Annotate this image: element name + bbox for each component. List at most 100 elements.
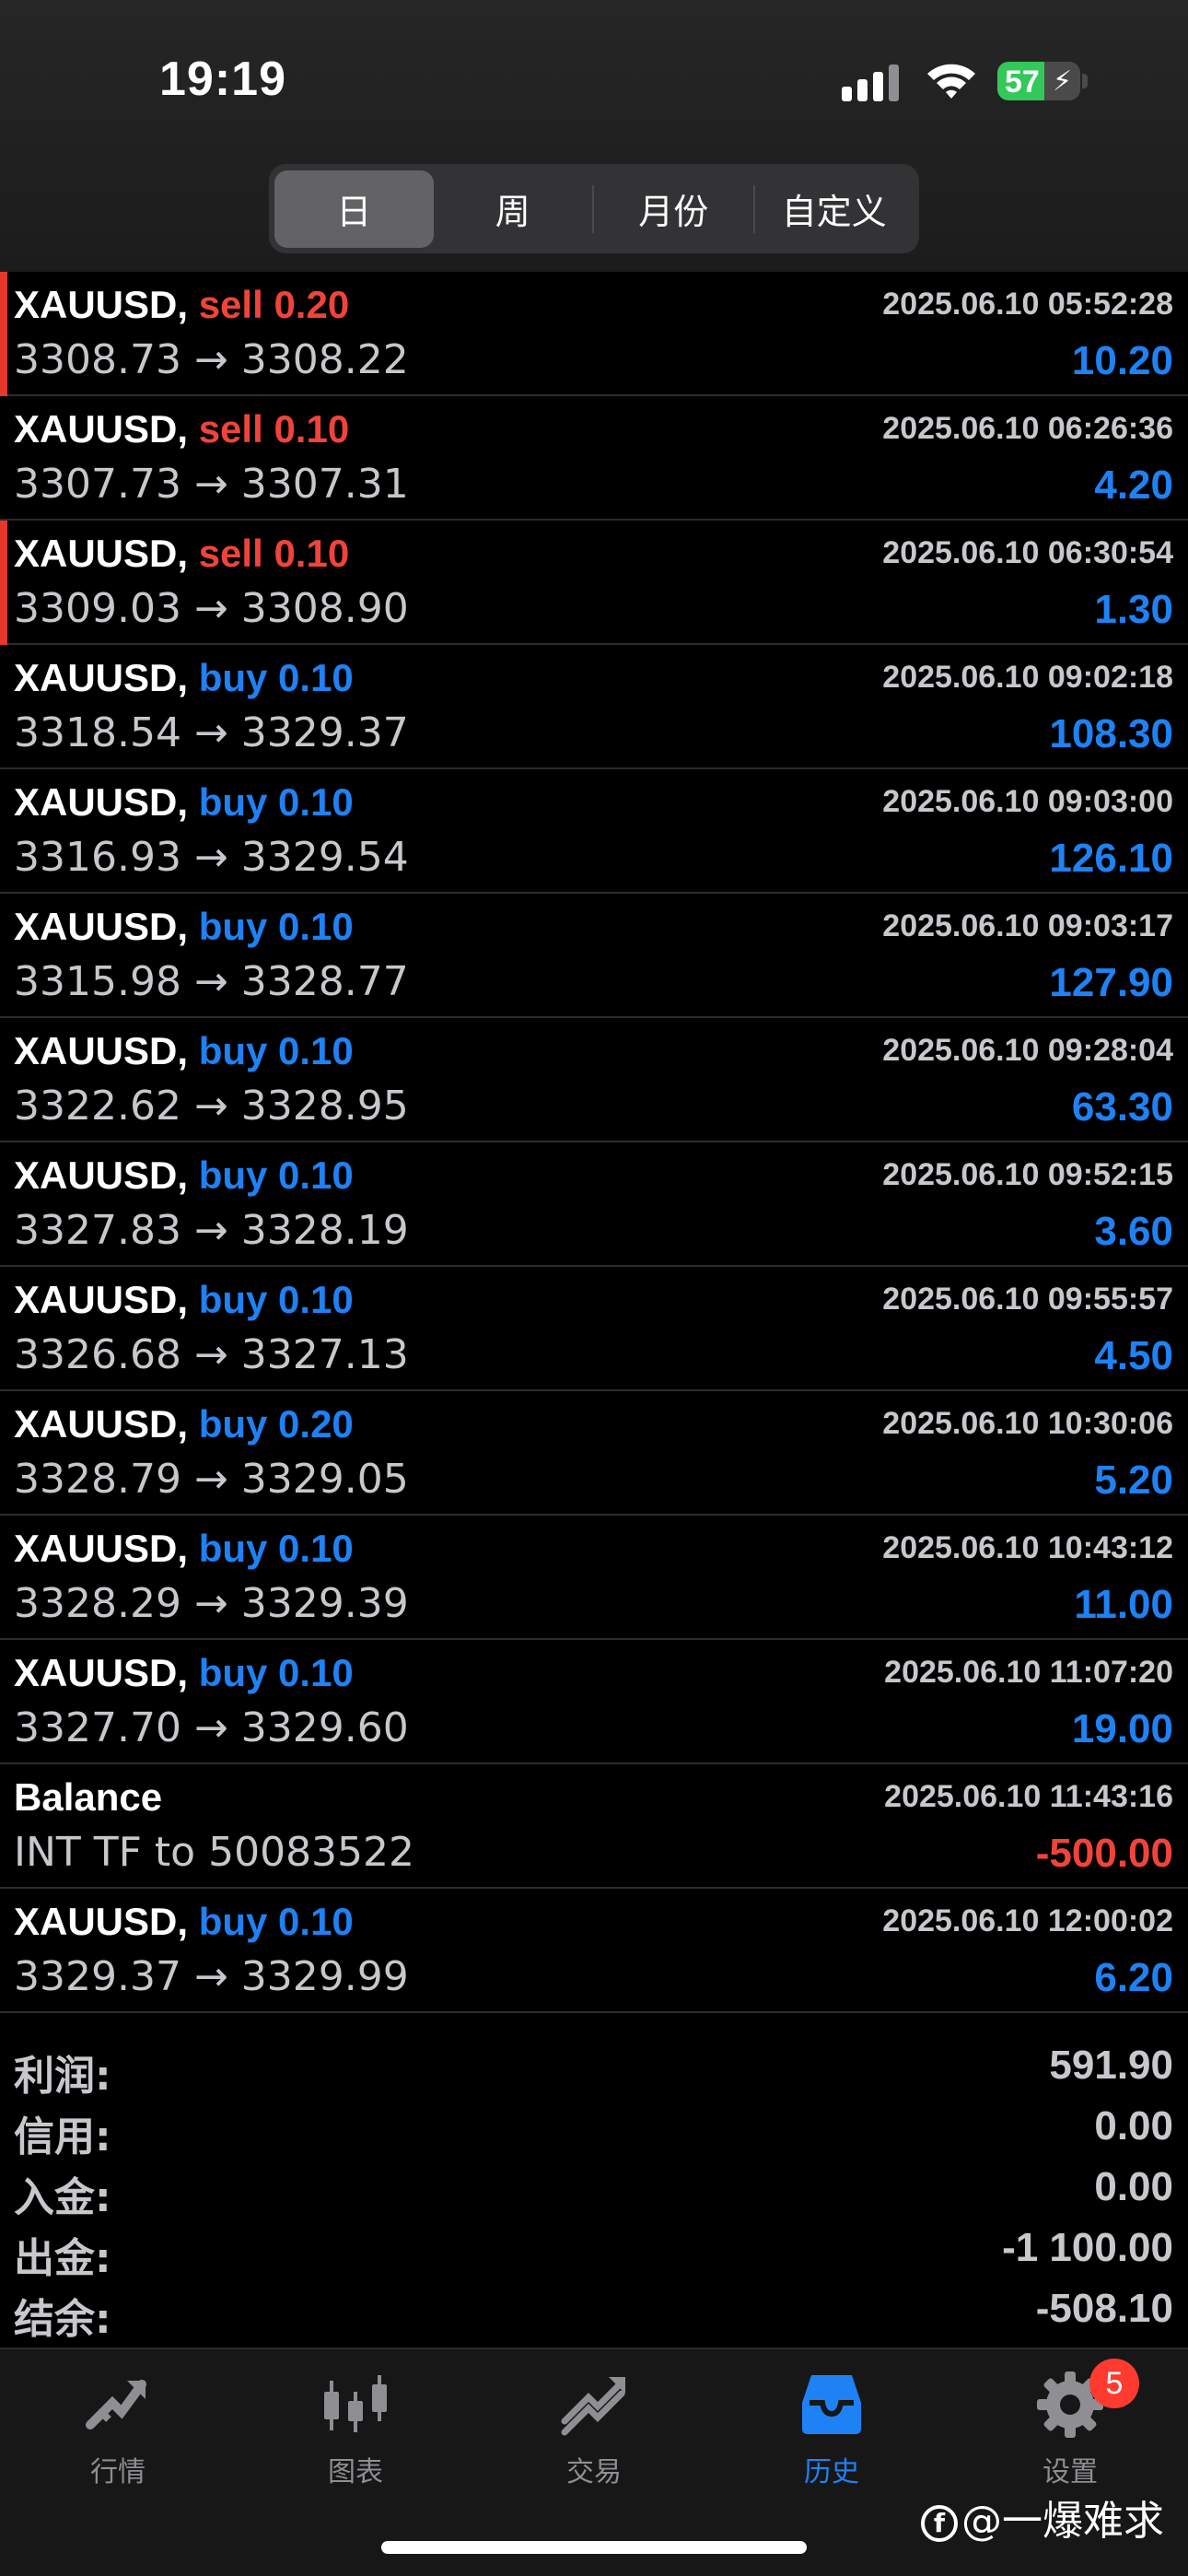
deal-row[interactable]: XAUUSD, buy 0.10 2025.06.10 09:03:17 3315.…	[0, 894, 1188, 1018]
tab-day[interactable]: 日	[274, 170, 434, 248]
deal-row[interactable]: XAUUSD, buy 0.10 2025.06.10 11:07:20 3327.…	[0, 1640, 1188, 1764]
summary-label: 信用:	[14, 2113, 111, 2160]
deal-time: 2025.06.10 12:00:02	[882, 1903, 1173, 1938]
summary-value: 0.00	[1094, 2164, 1173, 2209]
deal-lots: 0.10	[274, 532, 350, 575]
deal-row[interactable]: Balance 2025.06.10 11:43:16 INT TF to 5008…	[0, 1764, 1188, 1889]
deal-side: buy	[198, 1527, 268, 1570]
deal-prices: 3328.29 → 3329.39	[14, 1580, 409, 1627]
tabbar-label: 设置	[1042, 2456, 1098, 2488]
deal-prices: 3327.83 → 3328.19	[14, 1207, 409, 1254]
deal-row[interactable]: XAUUSD, buy 0.10 2025.06.10 10:43:12 3328.…	[0, 1516, 1188, 1640]
deal-row[interactable]: XAUUSD, buy 0.10 2025.06.10 09:55:57 3326.…	[0, 1267, 1188, 1391]
deal-symbol: XAUUSD,	[14, 1527, 189, 1570]
summary-value: 591.90	[1049, 2043, 1173, 2088]
deal-row[interactable]: XAUUSD, buy 0.20 2025.06.10 10:30:06 3328.…	[0, 1391, 1188, 1516]
deal-profit: 108.30	[1049, 711, 1173, 756]
deal-lots: 0.10	[278, 1153, 354, 1197]
deal-row[interactable]: XAUUSD, sell 0.10 2025.06.10 06:30:54 3309…	[0, 521, 1188, 645]
summary-label: 结余:	[14, 2296, 111, 2343]
deal-row[interactable]: XAUUSD, buy 0.10 2025.06.10 12:00:02 3329.…	[0, 1889, 1188, 2013]
deal-time: 2025.06.10 10:43:12	[882, 1530, 1173, 1565]
deal-time: 2025.06.10 09:52:15	[882, 1157, 1173, 1192]
deal-title: XAUUSD, buy 0.20	[14, 1402, 354, 1446]
battery-cap	[1082, 74, 1088, 88]
deal-side: buy	[198, 1900, 268, 1943]
trade-icon	[561, 2377, 625, 2436]
deal-row[interactable]: XAUUSD, buy 0.10 2025.06.10 09:52:15 3327.…	[0, 1142, 1188, 1267]
deal-side: buy	[198, 905, 268, 948]
battery-icon: 57 ⚡	[997, 62, 1080, 100]
deal-lots: 0.10	[278, 1029, 354, 1072]
summary-label: 利润:	[14, 2053, 111, 2100]
deal-lots: 0.20	[278, 1402, 354, 1446]
deal-symbol: XAUUSD,	[14, 1278, 189, 1321]
summary-value: -1 100.00	[1002, 2225, 1173, 2270]
deal-row[interactable]: XAUUSD, buy 0.10 2025.06.10 09:03:00 3316.…	[0, 769, 1188, 894]
deal-time: 2025.06.10 06:26:36	[882, 411, 1173, 446]
deal-side: sell	[198, 283, 263, 326]
deal-side: buy	[198, 1278, 268, 1321]
deal-profit: 4.20	[1094, 463, 1173, 508]
deal-time: 2025.06.10 11:07:20	[884, 1655, 1173, 1690]
deal-prices: 3316.93 → 3329.54	[14, 834, 409, 881]
deal-row[interactable]: XAUUSD, sell 0.20 2025.06.10 05:52:28 3308…	[0, 272, 1188, 396]
summary-row-profit: 利润: 591.90	[0, 2033, 1188, 2100]
row-accent-bar	[0, 521, 7, 645]
deal-lots: 0.10	[278, 1900, 354, 1943]
charging-bolt-icon: ⚡	[1053, 66, 1073, 97]
deal-row[interactable]: XAUUSD, sell 0.10 2025.06.10 06:26:36 3307…	[0, 396, 1188, 521]
tabbar-item-trade[interactable]: 交易	[520, 2368, 668, 2506]
tab-week[interactable]: 周	[434, 170, 593, 248]
deal-prices: 3308.73 → 3308.22	[14, 336, 409, 383]
deal-time: 2025.06.10 09:03:00	[882, 784, 1173, 819]
deal-time: 2025.06.10 05:52:28	[882, 287, 1173, 322]
deal-profit: 19.00	[1071, 1706, 1173, 1751]
deal-side: sell	[198, 532, 263, 575]
deal-symbol: XAUUSD,	[14, 905, 189, 948]
deal-symbol: XAUUSD,	[14, 1900, 189, 1943]
deal-title: XAUUSD, buy 0.10	[14, 1527, 354, 1571]
deal-time: 2025.06.10 10:30:06	[882, 1406, 1173, 1441]
deal-title: Balance	[14, 1775, 162, 1820]
status-time: 19:19	[159, 53, 286, 106]
deal-title: XAUUSD, sell 0.10	[14, 532, 349, 576]
deal-lots: 0.10	[278, 780, 354, 824]
deal-profit: 63.30	[1071, 1084, 1173, 1130]
tab-month[interactable]: 月份	[594, 170, 753, 248]
deal-row[interactable]: XAUUSD, buy 0.10 2025.06.10 09:28:04 3322.…	[0, 1018, 1188, 1142]
deal-time: 2025.06.10 09:55:57	[882, 1282, 1173, 1317]
deal-row[interactable]: XAUUSD, buy 0.10 2025.06.10 09:02:18 3318.…	[0, 645, 1188, 769]
deal-profit: 5.20	[1094, 1458, 1173, 1503]
row-accent-bar	[0, 272, 7, 396]
deal-title: XAUUSD, buy 0.10	[14, 1900, 354, 1944]
tabbar-item-history[interactable]: 历史	[758, 2368, 905, 2506]
deal-profit: 3.60	[1094, 1209, 1173, 1254]
deal-title: XAUUSD, sell 0.20	[14, 283, 349, 327]
deal-lots: 0.20	[274, 283, 350, 326]
deal-title: XAUUSD, buy 0.10	[14, 780, 354, 825]
tabbar-label: 历史	[804, 2456, 859, 2488]
wifi-icon	[927, 64, 975, 99]
deal-symbol: XAUUSD,	[14, 1029, 189, 1072]
tabbar-label: 图表	[328, 2456, 383, 2488]
summary-label: 出金:	[14, 2235, 111, 2282]
tabbar-label: 交易	[566, 2456, 622, 2488]
tabbar-item-chart[interactable]: 图表	[282, 2368, 429, 2506]
deal-symbol: XAUUSD,	[14, 1402, 189, 1446]
deal-title: XAUUSD, buy 0.10	[14, 1029, 354, 1073]
deal-side: buy	[198, 1153, 268, 1197]
deal-prices: 3322.62 → 3328.95	[14, 1083, 409, 1130]
tabbar-item-quotes[interactable]: 行情	[44, 2368, 192, 2506]
deal-symbol: XAUUSD,	[14, 780, 189, 824]
deal-symbol: XAUUSD,	[14, 1651, 189, 1694]
deal-time: 2025.06.10 06:30:54	[882, 535, 1173, 570]
deal-lots: 0.10	[278, 1651, 354, 1694]
deal-symbol: XAUUSD,	[14, 1153, 189, 1197]
deal-time: 2025.06.10 11:43:16	[884, 1779, 1173, 1814]
tab-custom[interactable]: 自定义	[755, 170, 914, 248]
deal-time: 2025.06.10 09:02:18	[882, 660, 1173, 695]
deal-time: 2025.06.10 09:28:04	[882, 1033, 1173, 1068]
deal-lots: 0.10	[278, 905, 354, 948]
deal-symbol: XAUUSD,	[14, 407, 189, 451]
